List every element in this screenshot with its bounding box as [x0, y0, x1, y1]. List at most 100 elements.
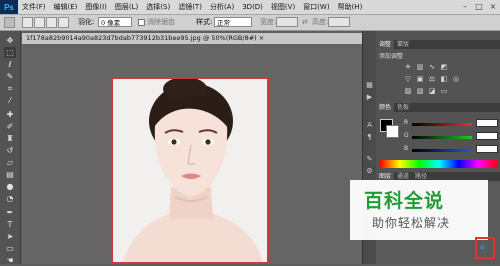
exposure-icon[interactable]: ◩ — [440, 64, 448, 71]
height-input[interactable] — [328, 17, 350, 27]
menu-view[interactable]: 视图(V) — [267, 0, 299, 14]
photo-filter-icon[interactable]: ◎ — [452, 76, 460, 83]
width-label: 宽度: — [260, 18, 277, 26]
minimize-button[interactable]: – — [458, 0, 472, 14]
menu-edit[interactable]: 编辑(E) — [50, 0, 82, 14]
tab-masks[interactable]: 蒙版 — [394, 40, 412, 49]
eyedropper-icon[interactable]: ⁄ — [4, 95, 16, 106]
menu-analysis[interactable]: 分析(A) — [206, 0, 238, 14]
green-slider[interactable]: G — [404, 132, 500, 142]
black-white-icon[interactable]: ◧ — [440, 76, 448, 83]
path-select-icon[interactable]: ➤ — [4, 231, 16, 242]
blue-value-input[interactable] — [476, 145, 498, 153]
eraser-tool-icon[interactable]: ▱ — [4, 157, 16, 168]
feather-input[interactable]: 0 像素 — [98, 17, 132, 27]
watermark-logo: 百科全说 助你轻松解决 — [350, 180, 488, 240]
hand-tool-icon[interactable]: ☚ — [4, 255, 16, 265]
blue-slider-track[interactable] — [412, 149, 472, 152]
feather-label: 羽化: — [78, 18, 95, 26]
hue-sat-icon[interactable]: ▣ — [416, 76, 424, 83]
red-slider-track[interactable] — [412, 123, 472, 126]
tab-adjustments[interactable]: 调整 — [376, 40, 395, 49]
antialias-label: 消除锯齿 — [147, 18, 175, 26]
vibrance-icon[interactable]: ▽ — [404, 76, 412, 83]
height-label: 高度: — [312, 18, 329, 26]
color-panel-header: 颜色 色板 — [376, 103, 500, 112]
options-bar: 羽化: 0 像素 消除锯齿 样式: 正常 宽度: ⇄ 高度: — [0, 15, 500, 31]
actions-panel-icon[interactable]: ▶ — [365, 93, 374, 101]
menu-select[interactable]: 选择(S) — [142, 0, 174, 14]
green-value-input[interactable] — [476, 132, 498, 140]
blur-tool-icon[interactable]: ● — [4, 181, 16, 192]
paragraph-panel-icon[interactable]: ¶ — [365, 133, 374, 141]
invert-icon[interactable]: ▨ — [404, 88, 412, 95]
curves-icon[interactable]: ∿ — [428, 64, 436, 71]
menu-window[interactable]: 窗口(W) — [299, 0, 333, 14]
new-selection-icon[interactable] — [22, 17, 33, 28]
threshold-icon[interactable]: ◪ — [428, 88, 436, 95]
photoshop-logo: Ps — [0, 0, 18, 14]
brush-panel-icon[interactable]: ✎ — [365, 155, 374, 163]
clone-stamp-icon[interactable]: ♜ — [4, 133, 16, 144]
add-selection-icon[interactable] — [34, 17, 45, 28]
watermark-subtitle: 助你轻松解决 — [372, 216, 451, 230]
close-button[interactable]: × — [486, 0, 500, 14]
document-tab[interactable]: 1f178a82b9014a90a823d7bdab773912b31bee95… — [22, 33, 362, 44]
color-balance-icon[interactable]: ⚖ — [428, 76, 436, 83]
history-brush-icon[interactable]: ↺ — [4, 145, 16, 156]
rect-marquee-preset-icon[interactable] — [4, 17, 15, 28]
gradient-map-icon[interactable]: ▭ — [440, 88, 448, 95]
maximize-button[interactable]: □ — [472, 0, 486, 14]
green-slider-track[interactable] — [412, 136, 472, 139]
menu-bar: Ps 文件(F) 编辑(E) 图像(I) 图层(L) 选择(S) 滤镜(T) 分… — [0, 0, 500, 15]
antialias-checkbox[interactable] — [138, 19, 145, 26]
watermark-title: 百科全说 — [364, 190, 445, 212]
subtract-selection-icon[interactable] — [46, 17, 57, 28]
shape-tool-icon[interactable]: ▭ — [4, 243, 16, 254]
gradient-tool-icon[interactable]: ▤ — [4, 169, 16, 180]
levels-icon[interactable]: ▥ — [416, 64, 424, 71]
menu-image[interactable]: 图像(I) — [81, 0, 111, 14]
move-tool-icon[interactable]: ✥ — [4, 35, 16, 46]
color-spectrum-bar[interactable] — [380, 160, 498, 168]
healing-brush-icon[interactable]: ✚ — [4, 109, 16, 120]
green-slider-label: G — [404, 132, 409, 139]
style-label: 样式: — [196, 18, 213, 26]
menu-filter[interactable]: 滤镜(T) — [174, 0, 206, 14]
tab-color[interactable]: 颜色 — [376, 103, 395, 112]
clone-source-icon[interactable]: ⚙ — [365, 167, 374, 175]
blue-slider[interactable]: B — [404, 145, 500, 155]
background-color-swatch[interactable] — [386, 125, 399, 138]
style-select[interactable]: 正常 — [214, 17, 252, 27]
document-canvas[interactable] — [111, 77, 269, 264]
blue-slider-label: B — [404, 145, 409, 152]
swap-icon[interactable]: ⇄ — [302, 17, 308, 27]
intersect-selection-icon[interactable] — [58, 17, 69, 28]
marquee-tool-icon[interactable]: ⬚ — [4, 47, 16, 58]
width-input[interactable] — [276, 17, 298, 27]
brush-tool-icon[interactable]: ✐ — [4, 121, 16, 132]
adjustments-panel-header: 调整 蒙版 — [376, 40, 500, 49]
red-slider[interactable]: R — [404, 119, 500, 129]
red-value-input[interactable] — [476, 119, 498, 127]
window-controls: – □ × — [458, 0, 500, 14]
pen-tool-icon[interactable]: ✒ — [4, 207, 16, 218]
menu-layer[interactable]: 图层(L) — [111, 0, 142, 14]
tools-panel: ✥ ⬚ ℓ ✎ ⌗ ⁄ ✚ ✐ ♜ ↺ ▱ ▤ ● ◔ ✒ T ➤ ▭ ☚ — [0, 31, 21, 265]
crop-tool-icon[interactable]: ⌗ — [4, 83, 16, 94]
menu-3d[interactable]: 3D(D) — [238, 0, 267, 14]
menu-file[interactable]: 文件(F) — [18, 0, 50, 14]
tab-swatches[interactable]: 色板 — [394, 103, 412, 112]
type-tool-icon[interactable]: T — [4, 219, 16, 230]
adjust-title: 添加调整 — [379, 53, 404, 60]
history-panel-icon[interactable]: ▦ — [365, 81, 374, 89]
quick-select-icon[interactable]: ✎ — [4, 71, 16, 82]
dodge-tool-icon[interactable]: ◔ — [4, 193, 16, 204]
posterize-icon[interactable]: ▧ — [416, 88, 424, 95]
character-panel-icon[interactable]: A — [365, 121, 374, 129]
lock-icon[interactable]: 🔒︎ — [480, 242, 485, 252]
highlight-box: 🔒︎ — [475, 237, 495, 259]
menu-help[interactable]: 帮助(H) — [334, 0, 367, 14]
brightness-icon[interactable]: ☀ — [404, 64, 412, 71]
lasso-tool-icon[interactable]: ℓ — [4, 59, 16, 70]
